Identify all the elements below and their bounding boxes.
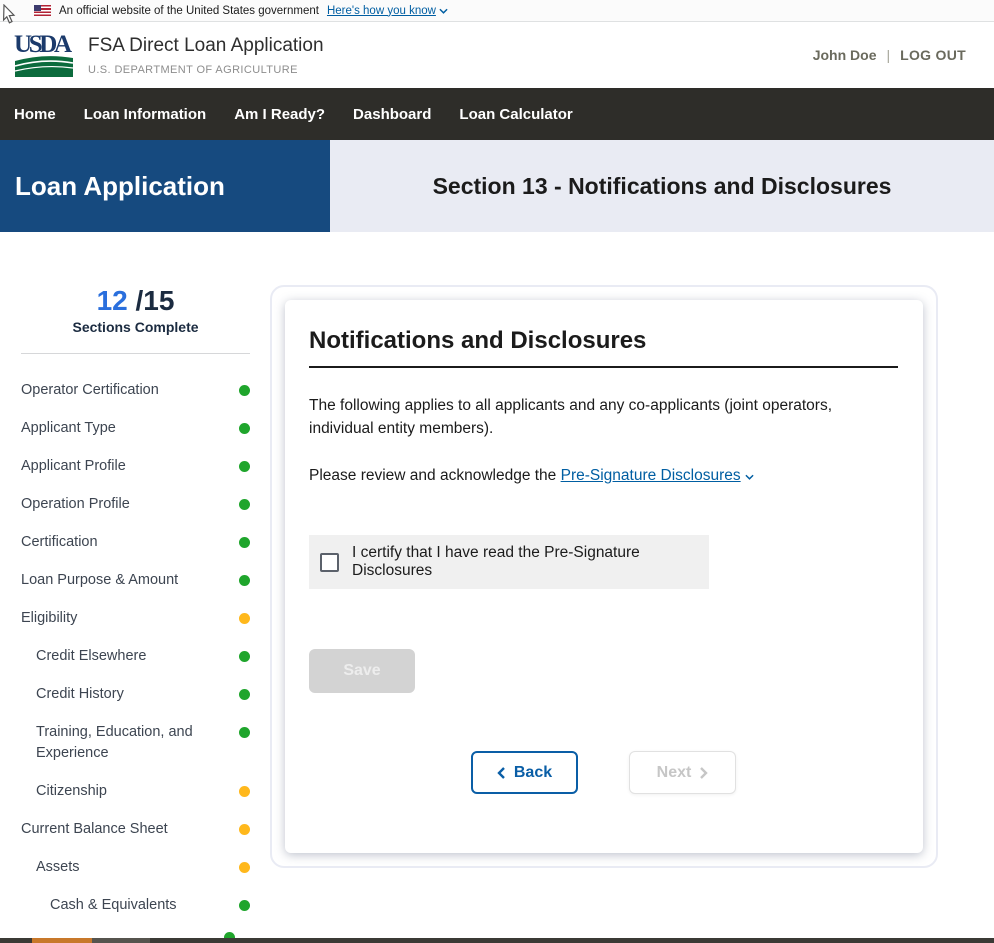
sidebar-item[interactable]: Credit History bbox=[21, 684, 250, 705]
header-separator: | bbox=[886, 47, 890, 63]
sections-total-count: /15 bbox=[136, 285, 175, 316]
sidebar-item-label: Certification bbox=[21, 532, 98, 553]
chevron-right-icon bbox=[700, 767, 708, 779]
agency-subtitle: U.S. DEPARTMENT OF AGRICULTURE bbox=[88, 64, 324, 76]
progress-sidebar: 12 /15 Sections Complete Operator Certif… bbox=[0, 232, 270, 938]
sidebar-item[interactable]: Assets bbox=[21, 857, 250, 878]
nav-item[interactable]: Loan Information bbox=[84, 106, 207, 123]
sections-complete-count: 12 bbox=[97, 285, 128, 316]
how-you-know-link[interactable]: Here's how you know bbox=[327, 5, 448, 17]
sidebar-divider bbox=[21, 353, 250, 354]
main-area: Notifications and Disclosures The follow… bbox=[270, 232, 994, 938]
intro-paragraph: The following applies to all applicants … bbox=[309, 394, 898, 440]
certify-checkbox[interactable] bbox=[320, 553, 339, 572]
status-dot bbox=[239, 689, 250, 700]
acknowledge-text: Please review and acknowledge the bbox=[309, 467, 561, 484]
taskbar-segment-orange bbox=[32, 938, 92, 943]
main-nav: Home Loan Information Am I Ready? Dashbo… bbox=[0, 88, 994, 140]
chevron-down-icon bbox=[439, 8, 448, 14]
sidebar-item[interactable]: Applicant Type bbox=[21, 418, 250, 439]
sections-counter: 12 /15 Sections Complete bbox=[21, 285, 250, 335]
status-dot bbox=[239, 613, 250, 624]
brand: USDA FSA Direct Loan Application U.S. DE… bbox=[14, 32, 324, 79]
hero-right: Section 13 - Notifications and Disclosur… bbox=[330, 140, 994, 232]
app-title: FSA Direct Loan Application bbox=[88, 35, 324, 57]
usda-logo: USDA bbox=[14, 32, 74, 79]
sidebar-item[interactable]: Cash & Equivalents bbox=[21, 895, 250, 916]
sidebar-item-label: Applicant Type bbox=[21, 418, 116, 439]
sidebar-item-label: Current Balance Sheet bbox=[21, 819, 168, 840]
nav-item[interactable]: Home bbox=[14, 106, 56, 123]
sidebar-item-label: Credit Elsewhere bbox=[36, 646, 146, 667]
chevron-down-icon bbox=[745, 474, 754, 480]
save-button[interactable]: Save bbox=[309, 649, 415, 693]
sidebar-item-label: Operator Certification bbox=[21, 380, 159, 401]
status-dot bbox=[239, 651, 250, 662]
sidebar-item[interactable]: Certification bbox=[21, 532, 250, 553]
sidebar-item-label: Applicant Profile bbox=[21, 456, 126, 477]
gov-banner-text: An official website of the United States… bbox=[59, 5, 319, 17]
card-title: Notifications and Disclosures bbox=[309, 327, 898, 355]
status-dot bbox=[239, 423, 250, 434]
nav-item[interactable]: Am I Ready? bbox=[234, 106, 325, 123]
nav-item[interactable]: Loan Calculator bbox=[459, 106, 572, 123]
status-dot bbox=[239, 862, 250, 873]
status-dot bbox=[239, 824, 250, 835]
sidebar-item-label: Operation Profile bbox=[21, 494, 130, 515]
sidebar-item[interactable]: Credit Elsewhere bbox=[21, 646, 250, 667]
form-card-outline: Notifications and Disclosures The follow… bbox=[270, 285, 938, 868]
logout-button[interactable]: LOG OUT bbox=[900, 47, 966, 63]
back-button[interactable]: Back bbox=[471, 751, 578, 794]
sidebar-item[interactable]: Applicant Profile bbox=[21, 456, 250, 477]
sidebar-item[interactable]: Eligibility bbox=[21, 608, 250, 629]
title-underline bbox=[309, 366, 898, 368]
status-dot bbox=[239, 499, 250, 510]
sidebar-item[interactable]: Loan Purpose & Amount bbox=[21, 570, 250, 591]
form-card: Notifications and Disclosures The follow… bbox=[285, 300, 923, 853]
hero-left: Loan Application bbox=[0, 140, 330, 232]
section-title: Section 13 - Notifications and Disclosur… bbox=[433, 173, 892, 200]
site-header: USDA FSA Direct Loan Application U.S. DE… bbox=[0, 22, 994, 88]
certify-row: I certify that I have read the Pre-Signa… bbox=[309, 535, 709, 589]
section-list: Operator Certification Applicant Type Ap… bbox=[21, 380, 250, 916]
sidebar-item[interactable]: Operation Profile bbox=[21, 494, 250, 515]
us-flag-icon bbox=[34, 5, 51, 16]
taskbar-segment-gray bbox=[92, 938, 150, 943]
status-dot bbox=[239, 385, 250, 396]
sidebar-item-label: Assets bbox=[36, 857, 80, 878]
next-label: Next bbox=[657, 764, 692, 782]
sections-caption: Sections Complete bbox=[21, 319, 250, 335]
sidebar-item[interactable]: Citizenship bbox=[21, 781, 250, 802]
how-you-know-label: Here's how you know bbox=[327, 5, 436, 17]
status-dot bbox=[239, 786, 250, 797]
sidebar-item[interactable]: Operator Certification bbox=[21, 380, 250, 401]
hero-banner: Loan Application Section 13 - Notificati… bbox=[0, 140, 994, 232]
gov-banner: An official website of the United States… bbox=[0, 0, 994, 22]
usda-logo-text: USDA bbox=[14, 32, 72, 58]
back-label: Back bbox=[514, 764, 552, 782]
sidebar-item-label: Training, Education, and Experience bbox=[36, 722, 206, 764]
status-dot bbox=[239, 537, 250, 548]
next-button[interactable]: Next bbox=[629, 751, 736, 794]
status-dot bbox=[239, 727, 250, 738]
sidebar-item-label: Cash & Equivalents bbox=[50, 895, 177, 916]
mouse-cursor-icon bbox=[1, 4, 17, 24]
status-dot bbox=[239, 900, 250, 911]
status-dot bbox=[239, 461, 250, 472]
sidebar-item-label: Citizenship bbox=[36, 781, 107, 802]
sidebar-item-label: Eligibility bbox=[21, 608, 77, 629]
pre-signature-disclosures-link[interactable]: Pre-Signature Disclosures bbox=[561, 467, 741, 484]
sidebar-item[interactable]: Training, Education, and Experience bbox=[21, 722, 250, 764]
status-dot bbox=[239, 575, 250, 586]
chevron-left-icon bbox=[497, 767, 505, 779]
sidebar-item[interactable]: Current Balance Sheet bbox=[21, 819, 250, 840]
sidebar-item-label: Credit History bbox=[36, 684, 124, 705]
taskbar-edge bbox=[0, 938, 994, 943]
certify-label: I certify that I have read the Pre-Signa… bbox=[352, 544, 709, 580]
sidebar-item-label: Loan Purpose & Amount bbox=[21, 570, 178, 591]
acknowledge-paragraph: Please review and acknowledge the Pre-Si… bbox=[309, 464, 898, 487]
user-name: John Doe bbox=[813, 47, 877, 63]
nav-item[interactable]: Dashboard bbox=[353, 106, 431, 123]
page-title: Loan Application bbox=[15, 171, 225, 202]
